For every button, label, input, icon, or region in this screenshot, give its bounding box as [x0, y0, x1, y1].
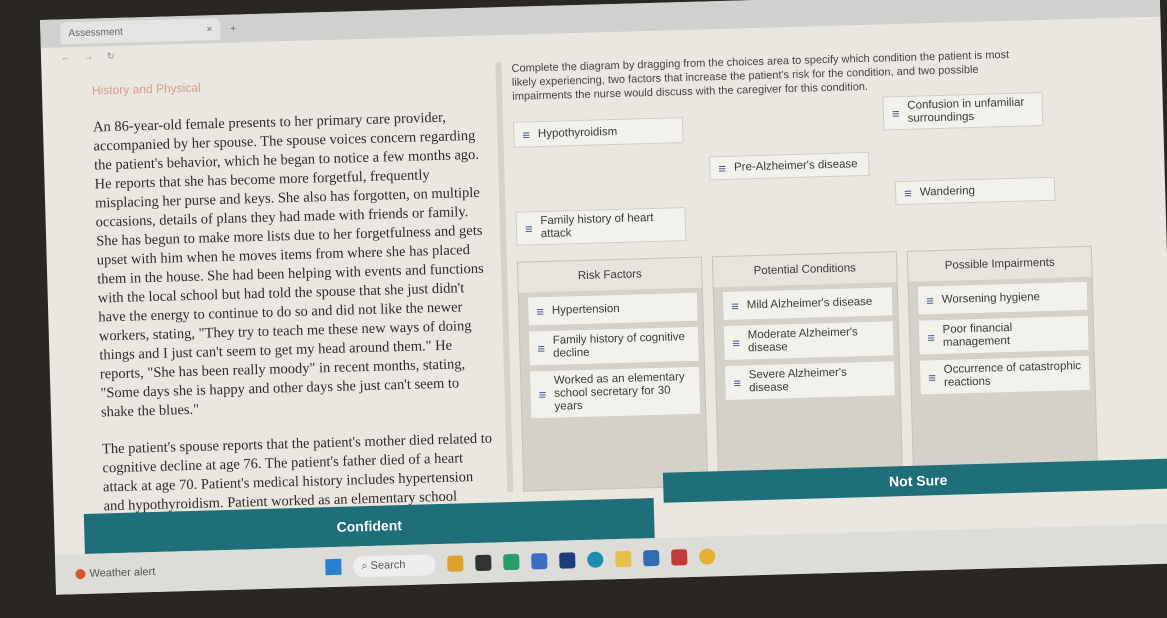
- case-panel: History and Physical An 86-year-old fema…: [81, 62, 514, 514]
- choice-item[interactable]: ≡ Pre-Alzheimer's disease: [709, 151, 870, 181]
- start-icon[interactable]: [325, 558, 342, 576]
- item-label: Worked as an elementary school secretary…: [553, 371, 685, 413]
- app-icon[interactable]: [531, 553, 548, 570]
- choice-label: Pre-Alzheimer's disease: [733, 157, 858, 174]
- drag-handle-icon[interactable]: ≡: [928, 370, 936, 385]
- condition-item[interactable]: ≡ Mild Alzheimer's disease: [721, 286, 894, 322]
- condition-item[interactable]: ≡ Severe Alzheimer's disease: [723, 360, 896, 402]
- column-title: Possible Impairments: [907, 246, 1092, 282]
- drag-handle-icon[interactable]: ≡: [538, 387, 546, 402]
- edge-icon[interactable]: [587, 551, 604, 568]
- impairment-item[interactable]: ≡ Worsening hygiene: [916, 280, 1089, 316]
- drag-handle-icon[interactable]: ≡: [537, 341, 545, 356]
- screen: Assessment × + ← → ↻ History and Physical A…: [40, 0, 1167, 595]
- drag-handle-icon[interactable]: ≡: [927, 330, 935, 345]
- choice-label: Hypothyroidism: [537, 125, 618, 140]
- risk-factors-column[interactable]: Risk Factors ≡ Hypertension ≡ Family histo…: [516, 256, 709, 492]
- item-label: Occurrence of catastrophic reactions: [943, 360, 1082, 389]
- diagram-panel: Complete the diagram by dragging from th…: [511, 44, 1162, 492]
- forward-icon[interactable]: →: [84, 52, 93, 62]
- app-icon[interactable]: [671, 549, 688, 566]
- impairment-item[interactable]: ≡ Poor financial management: [917, 314, 1090, 356]
- case-paragraph: An 86-year-old female presents to her pr…: [92, 109, 484, 421]
- item-label: Hypertension: [551, 302, 620, 317]
- item-label: Moderate Alzheimer's disease: [747, 326, 859, 355]
- app-icon[interactable]: [559, 552, 576, 569]
- drag-handle-icon[interactable]: ≡: [731, 298, 739, 313]
- drag-handle-icon[interactable]: ≡: [522, 127, 530, 142]
- choice-item[interactable]: ≡ Confusion in unfamiliar surroundings: [882, 92, 1044, 131]
- app-icon[interactable]: [447, 555, 464, 572]
- close-icon[interactable]: ×: [206, 24, 212, 35]
- app-icon[interactable]: [475, 554, 492, 572]
- choice-item[interactable]: ≡ Hypothyroidism: [513, 117, 684, 148]
- app-icon[interactable]: [643, 549, 660, 567]
- condition-item[interactable]: ≡ Moderate Alzheimer's disease: [722, 320, 895, 362]
- risk-item[interactable]: ≡ Hypertension: [526, 291, 699, 327]
- drag-handle-icon[interactable]: ≡: [525, 221, 533, 236]
- risk-item[interactable]: ≡ Worked as an elementary school secretar…: [528, 365, 702, 420]
- potential-conditions-column[interactable]: Potential Conditions ≡ Mild Alzheimer's d…: [711, 251, 904, 487]
- impairment-item[interactable]: ≡ Occurrence of catastrophic reactions: [918, 354, 1091, 396]
- choice-item[interactable]: ≡ Family history of heart attack: [515, 207, 687, 246]
- choice-label: Family history of heart attack: [540, 211, 654, 241]
- item-label: Severe Alzheimer's disease: [748, 366, 847, 395]
- chrome-icon[interactable]: [699, 548, 716, 565]
- column-title: Potential Conditions: [712, 252, 897, 288]
- choice-label: Wandering: [919, 184, 976, 199]
- item-label: Family history of cognitive decline: [552, 331, 686, 360]
- weather-icon[interactable]: [75, 568, 86, 580]
- tab-title: Assessment: [68, 26, 123, 39]
- item-label: Poor financial management: [942, 321, 1013, 349]
- drag-handle-icon[interactable]: ≡: [718, 160, 726, 175]
- risk-item[interactable]: ≡ Family history of cognitive decline: [527, 325, 700, 367]
- back-icon[interactable]: ←: [61, 52, 70, 62]
- drag-handle-icon[interactable]: ≡: [892, 106, 900, 121]
- weather-alert[interactable]: Weather alert: [89, 566, 155, 580]
- new-tab-icon[interactable]: +: [230, 23, 236, 34]
- app-icon[interactable]: [615, 550, 632, 568]
- drag-handle-icon[interactable]: ≡: [732, 335, 740, 350]
- drag-handle-icon[interactable]: ≡: [733, 375, 741, 390]
- drag-handle-icon[interactable]: ≡: [904, 185, 912, 200]
- choice-label: Confusion in unfamiliar surroundings: [907, 96, 1025, 125]
- drag-handle-icon[interactable]: ≡: [926, 293, 934, 308]
- possible-impairments-column[interactable]: Possible Impairments ≡ Worsening hygiene …: [906, 245, 1099, 481]
- search-box[interactable]: ⌕ Search: [353, 553, 436, 577]
- search-label: Search: [370, 558, 406, 572]
- reload-icon[interactable]: ↻: [107, 50, 115, 61]
- item-label: Worsening hygiene: [941, 290, 1041, 306]
- section-heading: History and Physical: [91, 80, 201, 98]
- item-label: Mild Alzheimer's disease: [746, 295, 873, 311]
- drag-handle-icon[interactable]: ≡: [536, 304, 544, 319]
- browser-tab[interactable]: Assessment ×: [60, 17, 221, 45]
- column-title: Risk Factors: [517, 257, 702, 293]
- choice-item[interactable]: ≡ Wandering: [894, 176, 1056, 206]
- app-icon[interactable]: [503, 553, 520, 571]
